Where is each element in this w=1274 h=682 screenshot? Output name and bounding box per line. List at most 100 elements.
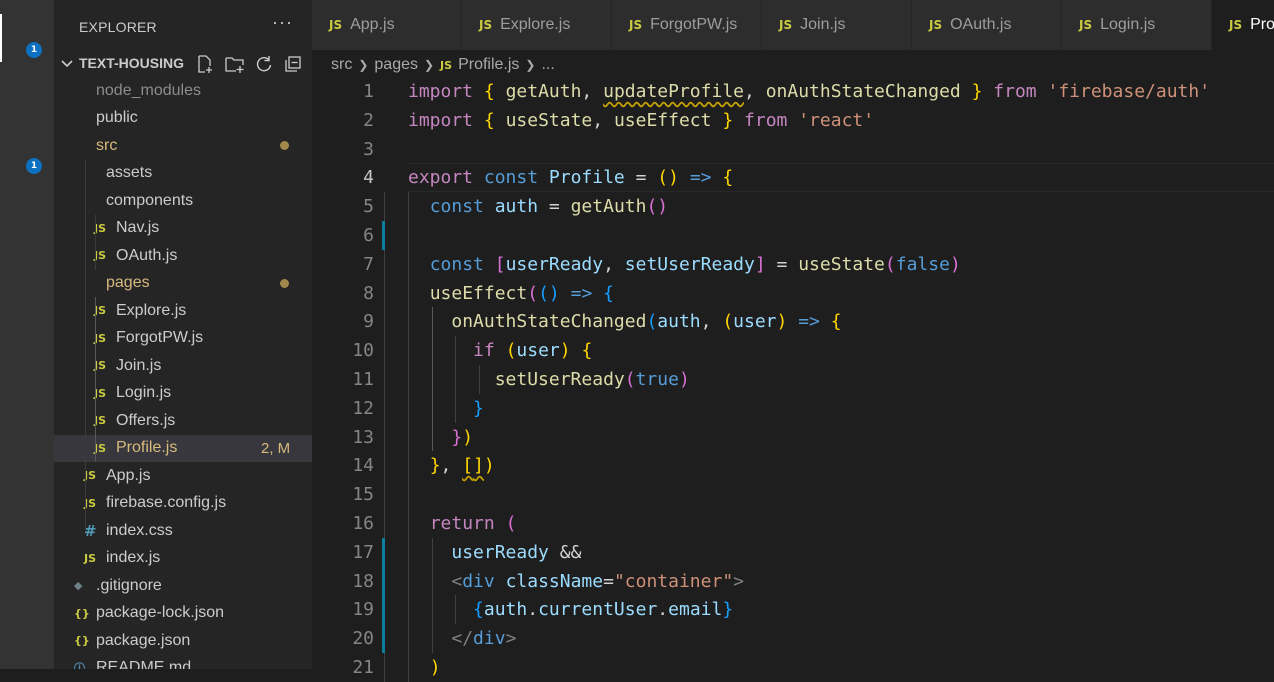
code-text: }, []) bbox=[429, 455, 495, 477]
breadcrumb-item-pages[interactable]: pages bbox=[374, 56, 418, 74]
tree-item-node-modules[interactable]: node_modules bbox=[54, 77, 312, 104]
line-number: 17 bbox=[352, 541, 374, 563]
tree-item-pages[interactable]: pages bbox=[54, 270, 312, 297]
tree-item-login-js[interactable]: JS Login.js bbox=[54, 380, 312, 407]
line-number: 19 bbox=[352, 599, 374, 621]
activity-search-button[interactable] bbox=[0, 70, 54, 118]
postgres-icon bbox=[11, 440, 43, 472]
code-text: } bbox=[473, 397, 484, 419]
line-number: 6 bbox=[363, 225, 374, 246]
tab-forgotpw-js[interactable]: JS ForgotPW.js bbox=[612, 0, 762, 50]
tree-item-gitignore[interactable]: ◆ .gitignore bbox=[54, 572, 312, 599]
tree-item-firebase-config-js[interactable]: JS firebase.config.js bbox=[54, 490, 312, 517]
code-line[interactable]: 15 bbox=[312, 480, 1274, 509]
tree-item-src[interactable]: src bbox=[54, 132, 312, 159]
activity-files-button[interactable]: 1 bbox=[0, 14, 54, 62]
editor-area: JS App.js JS Explore.js JS ForgotPW.js JS Join.… bbox=[312, 0, 1274, 682]
tree-item-package-lock-json[interactable]: {} package-lock.json bbox=[54, 600, 312, 627]
activity-remote-explorer-button[interactable] bbox=[0, 310, 54, 358]
tree-item-explore-js[interactable]: JS Explore.js bbox=[54, 297, 312, 324]
js-file-icon: JS bbox=[779, 18, 793, 32]
indent-guide bbox=[455, 336, 456, 423]
code-text: if (user) { bbox=[473, 340, 593, 362]
code-line[interactable]: 2 import { useState, useEffect } from 're… bbox=[312, 106, 1274, 135]
tree-item-label: .gitignore bbox=[96, 576, 162, 594]
extensions-icon bbox=[11, 258, 43, 290]
code-line[interactable]: 18 <div className="container"> bbox=[312, 567, 1274, 596]
code-line[interactable]: 19 {auth.currentUser.email} bbox=[312, 595, 1274, 624]
chevron-right-icon bbox=[76, 84, 90, 98]
activity-run-debug-button[interactable] bbox=[0, 190, 54, 238]
tree-item-label: App.js bbox=[106, 466, 151, 484]
code-line[interactable]: 3 bbox=[312, 135, 1274, 164]
tab-app-js[interactable]: JS App.js bbox=[312, 0, 462, 50]
code-line[interactable]: 5 const auth = getAuth() bbox=[312, 192, 1274, 221]
tab-login-js[interactable]: JS Login.js bbox=[1062, 0, 1212, 50]
tab-profile-js[interactable]: JS Profile.js bbox=[1212, 0, 1274, 50]
more-actions-icon[interactable]: ··· bbox=[272, 12, 293, 33]
tree-item-oauth-js[interactable]: JS OAuth.js bbox=[54, 242, 312, 269]
tree-item-label: firebase.config.js bbox=[106, 494, 227, 511]
code-line[interactable]: 13 }) bbox=[312, 423, 1274, 452]
tree-item-public[interactable]: public bbox=[54, 105, 312, 132]
code-line[interactable]: 6 bbox=[312, 221, 1274, 250]
json-file-icon: {} bbox=[74, 634, 90, 647]
activity-postgres-button[interactable] bbox=[0, 432, 54, 480]
breadcrumb: src ❯ pages ❯ JS Profile.js ❯... bbox=[331, 54, 555, 76]
gutter-change-marker bbox=[382, 221, 385, 250]
tree-item-components[interactable]: components bbox=[54, 187, 312, 214]
code-text: }) bbox=[451, 426, 474, 448]
code-line[interactable]: 11 setUserReady(true) bbox=[312, 365, 1274, 394]
tree-item-index-js[interactable]: JS index.js bbox=[54, 545, 312, 572]
code-line[interactable]: 1 import { getAuth, updateProfile, onAuth… bbox=[312, 77, 1274, 106]
js-file-icon: JS bbox=[1229, 18, 1243, 32]
tree-item-join-js[interactable]: JS Join.js bbox=[54, 352, 312, 379]
tree-item-nav-js[interactable]: JS Nav.js bbox=[54, 215, 312, 242]
breadcrumb-item-profile-js[interactable]: Profile.js bbox=[458, 56, 519, 74]
activity-badge: 1 bbox=[26, 42, 42, 58]
project-header[interactable]: TEXT-HOUSING bbox=[54, 50, 312, 77]
tree-item-offers-js[interactable]: JS Offers.js bbox=[54, 407, 312, 434]
code-line[interactable]: 7 const [userReady, setUserReady] = useS… bbox=[312, 250, 1274, 279]
activity-docker-button[interactable] bbox=[0, 372, 54, 420]
tree-item-forgotpw-js[interactable]: JS ForgotPW.js bbox=[54, 325, 312, 352]
code-line[interactable]: 9 onAuthStateChanged(auth, (user) => { bbox=[312, 307, 1274, 336]
tab-bar: JS App.js JS Explore.js JS ForgotPW.js JS Join.… bbox=[312, 0, 1274, 50]
code-line[interactable]: 16 return ( bbox=[312, 509, 1274, 538]
tab-label: App.js bbox=[350, 16, 395, 33]
fold-chevron-icon[interactable] bbox=[388, 288, 400, 300]
tab-label: Login.js bbox=[1100, 16, 1156, 33]
tab-explore-js[interactable]: JS Explore.js bbox=[462, 0, 612, 50]
tab-label: Explore.js bbox=[500, 16, 571, 33]
code-line[interactable]: 21 ) bbox=[312, 653, 1274, 682]
tree-item-index-css[interactable]: # index.css bbox=[54, 517, 312, 544]
activity-extensions-button[interactable] bbox=[0, 250, 54, 298]
tree-item-assets[interactable]: assets bbox=[54, 160, 312, 187]
chevron-down-icon bbox=[61, 60, 73, 68]
breadcrumb-item-symbols[interactable]: ... bbox=[541, 56, 554, 74]
activity-source-control-button[interactable]: 1 bbox=[0, 130, 54, 178]
breadcrumb-item-src[interactable]: src bbox=[331, 56, 352, 74]
code-line[interactable]: 4 export const Profile = () => { bbox=[312, 163, 1274, 193]
code-line[interactable]: 8 useEffect(() => { bbox=[312, 279, 1274, 308]
code-line[interactable]: 17 userReady && bbox=[312, 538, 1274, 567]
tree-item-readme-md[interactable]: ⓘ README.md bbox=[54, 655, 312, 669]
code-line[interactable]: 14 }, []) bbox=[312, 451, 1274, 480]
code-line[interactable]: 10 if (user) { bbox=[312, 336, 1274, 365]
tree-item-app-js[interactable]: JS App.js bbox=[54, 462, 312, 489]
code-line[interactable]: 12 } bbox=[312, 394, 1274, 423]
new-file-icon[interactable] bbox=[195, 54, 215, 74]
tree-item-package-json[interactable]: {} package.json bbox=[54, 627, 312, 654]
line-number: 13 bbox=[352, 426, 374, 448]
js-file-icon: JS bbox=[440, 58, 453, 72]
js-file-icon: JS bbox=[1079, 18, 1093, 32]
tree-item-profile-js[interactable]: JS Profile.js 2, M bbox=[54, 434, 312, 462]
tab-oauth-js[interactable]: JS OAuth.js bbox=[912, 0, 1062, 50]
git-status-badge: 2, M bbox=[261, 439, 291, 457]
code-text: import { getAuth, updateProfile, onAuthS… bbox=[408, 81, 1211, 102]
collapse-all-icon[interactable] bbox=[283, 54, 303, 74]
tab-join-js[interactable]: JS Join.js bbox=[762, 0, 912, 50]
code-line[interactable]: 20 </div> bbox=[312, 624, 1274, 653]
new-folder-icon[interactable] bbox=[224, 54, 246, 74]
refresh-icon[interactable] bbox=[254, 54, 274, 74]
